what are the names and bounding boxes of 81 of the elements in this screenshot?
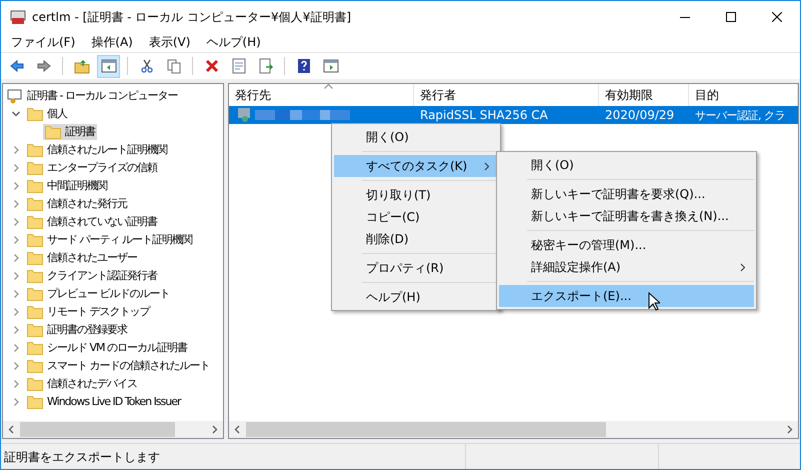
- menu-item[interactable]: 削除(D): [334, 228, 498, 250]
- tree-pane-icon: [100, 58, 116, 74]
- tree-item[interactable]: 証明書の登録要求: [25, 322, 129, 338]
- certificate-app-icon: [10, 8, 26, 24]
- folder-icon: [27, 179, 43, 193]
- tree-item[interactable]: 証明書 - ローカル コンピューター: [27, 88, 178, 104]
- close-icon: [772, 12, 782, 22]
- tree-item[interactable]: スマート カードの信頼されたルート: [25, 358, 212, 374]
- tree-item[interactable]: リモート デスクトップ: [25, 304, 152, 320]
- maximize-icon: [726, 12, 736, 22]
- folder-icon: [27, 251, 43, 265]
- horizontal-scrollbar[interactable]: [229, 421, 798, 438]
- table-cell: RapidSSL SHA256 CA: [420, 108, 548, 122]
- tree-item[interactable]: 信頼されたルート証明機関: [25, 142, 169, 158]
- tree-item[interactable]: 信頼されたユーザー: [25, 250, 139, 266]
- tree-item[interactable]: 信頼された発行元: [25, 196, 129, 212]
- folder-icon: [27, 305, 43, 319]
- folder-icon: [27, 269, 43, 283]
- menu-item[interactable]: 詳細設定操作(A): [499, 256, 754, 278]
- folder-icon: [27, 377, 43, 391]
- forward-arrow-icon: [36, 58, 52, 74]
- scroll-thumb[interactable]: [20, 422, 175, 437]
- horizontal-scrollbar[interactable]: [3, 421, 223, 438]
- tree-item[interactable]: Windows Live ID Token Issuer: [25, 394, 183, 410]
- toolbar-button[interactable]: [97, 54, 120, 78]
- action-pane-icon: [322, 58, 338, 74]
- tree-item[interactable]: 信頼されたデバイス: [25, 376, 139, 392]
- back-arrow-icon: [8, 58, 24, 74]
- window-title: certlm - [証明書 - ローカル コンピューター¥個人¥証明書]: [32, 8, 352, 26]
- properties-icon: [230, 58, 246, 74]
- menu-item[interactable]: 新しいキーで証明書を要求(Q)...: [499, 183, 754, 205]
- tree-item[interactable]: 証明書: [43, 124, 97, 140]
- menu-bar-item[interactable]: ファイル(F): [3, 33, 84, 51]
- folder-icon: [27, 341, 43, 355]
- folder-icon: [27, 287, 43, 301]
- folder-icon: [27, 107, 43, 121]
- mouse-cursor-icon: [648, 292, 660, 311]
- tree-item[interactable]: 個人: [25, 106, 69, 122]
- tree-item[interactable]: クライアント認証発行者: [25, 268, 159, 284]
- menu-item[interactable]: ヘルプ(H): [334, 286, 498, 308]
- tree-item[interactable]: 中間証明機関: [25, 178, 109, 194]
- help-icon: [296, 58, 312, 74]
- folder-icon: [45, 125, 61, 139]
- menu-item[interactable]: プロパティ(R): [334, 257, 498, 279]
- menu-item[interactable]: 開く(O): [334, 126, 498, 148]
- status-text: 証明書をエクスポートします: [1, 444, 466, 469]
- folder-icon: [27, 161, 43, 175]
- menu-item[interactable]: コピー(C): [334, 206, 498, 228]
- folder-icon: [27, 233, 43, 247]
- folder-icon: [27, 197, 43, 211]
- menu-item[interactable]: すべてのタスク(K): [334, 155, 498, 177]
- folder-icon: [27, 323, 43, 337]
- tree-item[interactable]: 信頼されていない証明書: [25, 214, 159, 230]
- menu-item[interactable]: 新しいキーで証明書を書き換え(N)...: [499, 205, 754, 227]
- menu-item[interactable]: 秘密キーの管理(M)...: [499, 234, 754, 256]
- table-row[interactable]: RapidSSL SHA256 CA 2020/09/29 サーバー認証, クラ: [229, 106, 798, 124]
- export-icon: [258, 58, 274, 74]
- delete-x-icon: [204, 58, 220, 74]
- tree-item[interactable]: プレビュー ビルドのルート: [25, 286, 172, 302]
- folder-up-icon: [74, 58, 90, 74]
- copy-icon: [166, 58, 182, 74]
- certificate-icon: [237, 107, 253, 123]
- folder-icon: [27, 215, 43, 229]
- tree-item[interactable]: シールド VM のローカル証明書: [25, 340, 190, 356]
- table-cell: サーバー認証, クラ: [695, 108, 785, 122]
- menu-bar-item[interactable]: 操作(A): [83, 33, 141, 51]
- tree-item[interactable]: エンタープライズの信頼: [25, 160, 159, 176]
- table-cell: 2020/09/29: [605, 108, 674, 122]
- menu-item[interactable]: 開く(O): [499, 154, 754, 176]
- menu-item[interactable]: エクスポート(E)...: [499, 285, 754, 307]
- folder-icon: [27, 359, 43, 373]
- scissors-icon: [138, 58, 154, 74]
- menu-bar-item[interactable]: 表示(V): [140, 33, 198, 51]
- chevron-down-icon[interactable]: [11, 109, 21, 119]
- tree-item[interactable]: サード パーティ ルート証明機関: [25, 232, 194, 248]
- menu-item[interactable]: 切り取り(T): [334, 184, 498, 206]
- folder-icon: [27, 395, 43, 409]
- menu-bar-item[interactable]: ヘルプ(H): [198, 33, 269, 51]
- computer-certificate-icon: [7, 88, 23, 104]
- folder-icon: [27, 143, 43, 157]
- scroll-thumb[interactable]: [246, 422, 606, 437]
